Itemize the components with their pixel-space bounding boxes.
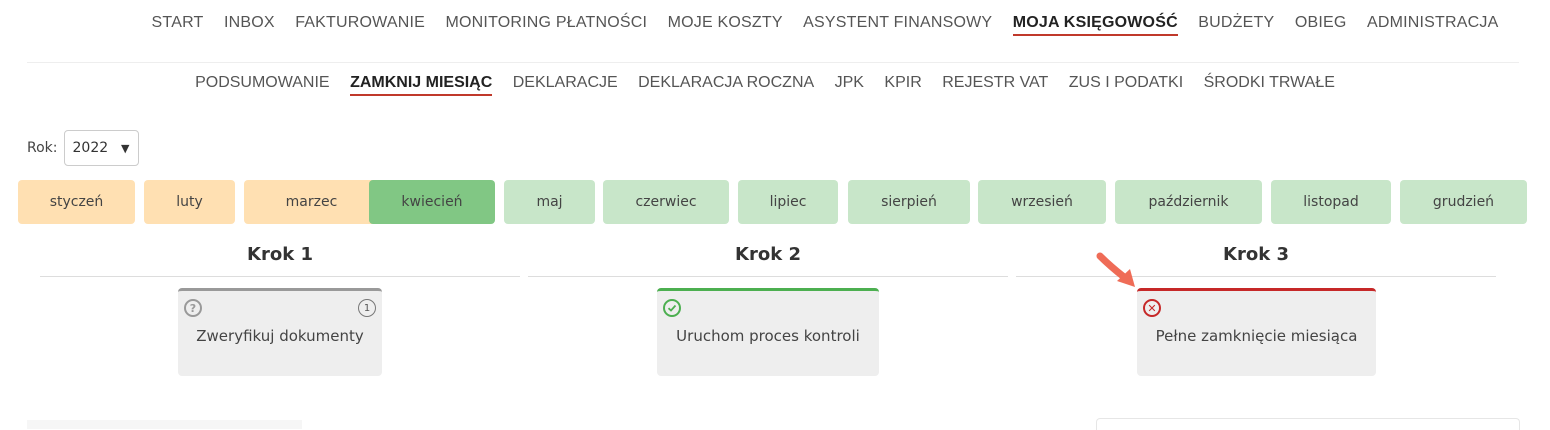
chevron-down-icon: ▼ (121, 141, 130, 155)
subnav-deklaracja-roczna[interactable]: DEKLARACJA ROCZNA (638, 74, 814, 94)
month-kwiecien[interactable]: kwiecień (369, 180, 495, 224)
nav-start[interactable]: START (152, 10, 204, 36)
month-pazdziernik[interactable]: październik (1115, 180, 1262, 224)
pointer-arrow-icon (1096, 252, 1135, 287)
main-nav: START INBOX FAKTUROWANIE MONITORING PŁAT… (120, 10, 1530, 36)
nav-divider (27, 62, 1519, 63)
check-circle-icon (663, 299, 681, 317)
subnav-zamknij-miesiac[interactable]: ZAMKNIJ MIESIĄC (350, 74, 493, 96)
step-1-card[interactable]: ? 1 Zweryfikuj dokumenty (178, 288, 382, 376)
nav-budzety[interactable]: BUDŻETY (1198, 10, 1274, 36)
month-grudzien[interactable]: grudzień (1400, 180, 1527, 224)
bottom-left-panel (27, 420, 302, 429)
year-value: 2022 (72, 140, 109, 156)
month-wrzesien[interactable]: wrzesień (978, 180, 1106, 224)
nav-moje-koszty[interactable]: MOJE KOSZTY (668, 10, 783, 36)
month-luty[interactable]: luty (144, 180, 235, 224)
nav-asystent-finansowy[interactable]: ASYSTENT FINANSOWY (803, 10, 992, 36)
month-marzec[interactable]: marzec (244, 180, 379, 224)
subnav-jpk[interactable]: JPK (835, 74, 864, 94)
step-1-title: Krok 1 (247, 244, 313, 265)
count-badge: 1 (358, 299, 376, 317)
year-select[interactable]: 2022 ▼ (63, 130, 139, 166)
subnav-deklaracje[interactable]: DEKLARACJE (513, 74, 618, 94)
month-styczen[interactable]: styczeń (18, 180, 135, 224)
nav-inbox[interactable]: INBOX (224, 10, 275, 36)
month-sierpien[interactable]: sierpień (848, 180, 970, 224)
step-2-label: Uruchom proces kontroli (676, 327, 860, 345)
step-2-divider (528, 276, 1008, 277)
question-icon: ? (184, 299, 202, 317)
month-czerwiec[interactable]: czerwiec (603, 180, 729, 224)
bottom-right-panel (1096, 418, 1520, 430)
step-3-card[interactable]: ✕ Pełne zamknięcie miesiąca (1137, 288, 1376, 376)
step-3-divider (1016, 276, 1496, 277)
nav-obieg[interactable]: OBIEG (1295, 10, 1347, 36)
subnav-podsumowanie[interactable]: PODSUMOWANIE (195, 74, 330, 94)
step-3-title: Krok 3 (1223, 244, 1289, 265)
nav-moja-ksiegowosc[interactable]: MOJA KSIĘGOWOŚĆ (1012, 12, 1178, 36)
step-2-title: Krok 2 (735, 244, 801, 265)
month-lipiec[interactable]: lipiec (738, 180, 838, 224)
step-2-card[interactable]: Uruchom proces kontroli (657, 288, 879, 376)
sub-nav: PODSUMOWANIE ZAMKNIJ MIESIĄC DEKLARACJE … (0, 74, 1530, 96)
subnav-kpir[interactable]: KPIR (884, 74, 921, 94)
month-maj[interactable]: maj (504, 180, 595, 224)
x-circle-icon: ✕ (1143, 299, 1161, 317)
step-1-label: Zweryfikuj dokumenty (196, 327, 364, 345)
subnav-zus-i-podatki[interactable]: ZUS I PODATKI (1069, 74, 1183, 94)
nav-monitoring-platnosci[interactable]: MONITORING PŁATNOŚCI (446, 10, 648, 36)
year-filter: Rok: 2022 ▼ (27, 130, 139, 166)
month-listopad[interactable]: listopad (1271, 180, 1391, 224)
step-1-divider (40, 276, 520, 277)
subnav-rejestr-vat[interactable]: REJESTR VAT (942, 74, 1048, 94)
year-label: Rok: (27, 140, 58, 156)
step-3-label: Pełne zamknięcie miesiąca (1155, 327, 1358, 345)
subnav-srodki-trwale[interactable]: ŚRODKI TRWAŁE (1204, 74, 1335, 94)
nav-administracja[interactable]: ADMINISTRACJA (1367, 10, 1499, 36)
nav-fakturowanie[interactable]: FAKTUROWANIE (295, 10, 425, 36)
